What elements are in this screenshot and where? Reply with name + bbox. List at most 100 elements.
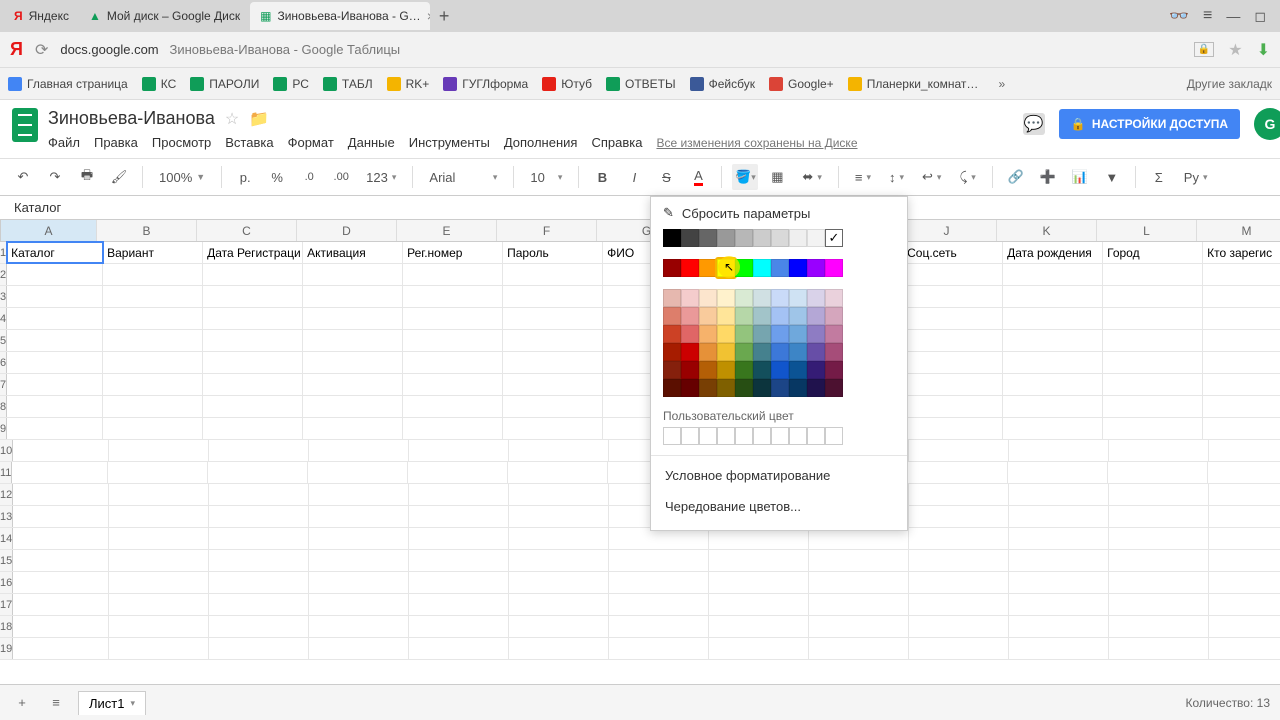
row-header[interactable]: 12 bbox=[0, 484, 13, 505]
cell[interactable] bbox=[203, 308, 303, 329]
color-swatch[interactable] bbox=[681, 343, 699, 361]
cell[interactable] bbox=[1109, 550, 1209, 571]
cell[interactable] bbox=[809, 594, 909, 615]
cell[interactable] bbox=[303, 352, 403, 373]
cell[interactable] bbox=[503, 264, 603, 285]
color-swatch[interactable] bbox=[699, 307, 717, 325]
font-dropdown[interactable]: Arial▾ bbox=[423, 170, 503, 185]
cell[interactable] bbox=[509, 616, 609, 637]
cell[interactable] bbox=[1209, 594, 1280, 615]
color-swatch[interactable] bbox=[825, 259, 843, 277]
cell[interactable]: Рег.номер bbox=[403, 242, 503, 263]
cell[interactable] bbox=[403, 286, 503, 307]
cell[interactable] bbox=[909, 572, 1009, 593]
cell[interactable]: Кто зарегис bbox=[1203, 242, 1280, 263]
cell[interactable] bbox=[308, 462, 408, 483]
color-swatch[interactable] bbox=[825, 325, 843, 343]
color-swatch[interactable] bbox=[717, 379, 735, 397]
cell[interactable]: Соц.сеть bbox=[903, 242, 1003, 263]
cell[interactable] bbox=[1009, 528, 1109, 549]
color-swatch[interactable] bbox=[663, 307, 681, 325]
color-swatch[interactable] bbox=[681, 259, 699, 277]
col-header[interactable]: A bbox=[1, 220, 97, 241]
col-header[interactable]: M bbox=[1197, 220, 1280, 241]
bookmark-item[interactable]: ГУГЛформа bbox=[443, 77, 528, 91]
color-swatch[interactable] bbox=[825, 343, 843, 361]
col-header[interactable]: J bbox=[897, 220, 997, 241]
color-swatch[interactable] bbox=[753, 325, 771, 343]
row-header[interactable]: 8 bbox=[0, 396, 7, 417]
cell[interactable] bbox=[403, 352, 503, 373]
color-swatch[interactable] bbox=[789, 343, 807, 361]
row-header[interactable]: 5 bbox=[0, 330, 7, 351]
cell[interactable] bbox=[503, 352, 603, 373]
row-header[interactable]: 17 bbox=[0, 594, 13, 615]
cell[interactable] bbox=[909, 528, 1009, 549]
filter-icon[interactable]: ▼ bbox=[1099, 164, 1125, 190]
cell[interactable] bbox=[12, 462, 108, 483]
cell[interactable] bbox=[1208, 462, 1280, 483]
cell[interactable] bbox=[609, 528, 709, 549]
cell[interactable] bbox=[509, 638, 609, 659]
col-header[interactable]: C bbox=[197, 220, 297, 241]
cell[interactable] bbox=[909, 506, 1009, 527]
cell[interactable] bbox=[108, 462, 208, 483]
cell[interactable] bbox=[109, 550, 209, 571]
cell[interactable] bbox=[909, 638, 1009, 659]
color-swatch[interactable] bbox=[663, 361, 681, 379]
menu-help[interactable]: Справка bbox=[591, 135, 642, 150]
color-swatch[interactable] bbox=[789, 361, 807, 379]
row-header[interactable]: 6 bbox=[0, 352, 7, 373]
cell[interactable] bbox=[1209, 506, 1280, 527]
cell[interactable] bbox=[103, 374, 203, 395]
cell[interactable] bbox=[1103, 374, 1203, 395]
cell[interactable] bbox=[509, 440, 609, 461]
maximize-icon[interactable]: ◻ bbox=[1254, 8, 1266, 25]
color-swatch[interactable] bbox=[717, 307, 735, 325]
cell[interactable] bbox=[309, 572, 409, 593]
custom-color-slot[interactable] bbox=[825, 427, 843, 445]
bookmarks-overflow-icon[interactable]: » bbox=[998, 77, 1005, 91]
cell[interactable] bbox=[409, 484, 509, 505]
custom-color-slot[interactable] bbox=[663, 427, 681, 445]
cell[interactable] bbox=[7, 264, 103, 285]
bookmark-item[interactable]: Google+ bbox=[769, 77, 834, 91]
cell[interactable] bbox=[1209, 638, 1280, 659]
text-color-button[interactable]: A bbox=[685, 164, 711, 190]
other-bookmarks[interactable]: Другие закладк bbox=[1187, 77, 1272, 91]
sheets-logo-icon[interactable] bbox=[12, 108, 38, 142]
bookmark-item[interactable]: Фейсбук bbox=[690, 77, 755, 91]
cell[interactable] bbox=[13, 572, 109, 593]
cell[interactable] bbox=[809, 528, 909, 549]
cell[interactable] bbox=[1003, 396, 1103, 417]
borders-button[interactable]: ▦ bbox=[764, 164, 790, 190]
cell[interactable] bbox=[303, 308, 403, 329]
color-swatch[interactable] bbox=[663, 259, 681, 277]
col-header[interactable]: K bbox=[997, 220, 1097, 241]
italic-button[interactable]: I bbox=[621, 164, 647, 190]
menu-view[interactable]: Просмотр bbox=[152, 135, 211, 150]
col-header[interactable]: E bbox=[397, 220, 497, 241]
color-swatch[interactable] bbox=[807, 289, 825, 307]
custom-color-slot[interactable] bbox=[807, 427, 825, 445]
cell[interactable] bbox=[1009, 506, 1109, 527]
cell[interactable] bbox=[609, 550, 709, 571]
cell[interactable] bbox=[1003, 286, 1103, 307]
cell[interactable] bbox=[903, 352, 1003, 373]
cell[interactable] bbox=[503, 308, 603, 329]
cell[interactable] bbox=[809, 550, 909, 571]
cell[interactable] bbox=[1009, 484, 1109, 505]
cell[interactable] bbox=[309, 506, 409, 527]
color-swatch[interactable] bbox=[699, 379, 717, 397]
cell[interactable] bbox=[1103, 264, 1203, 285]
cell[interactable] bbox=[909, 440, 1009, 461]
new-tab-button[interactable]: + bbox=[430, 6, 458, 27]
color-swatch[interactable] bbox=[717, 325, 735, 343]
cell[interactable] bbox=[109, 638, 209, 659]
cell[interactable] bbox=[509, 572, 609, 593]
cell[interactable] bbox=[1109, 638, 1209, 659]
color-swatch[interactable] bbox=[771, 325, 789, 343]
cell[interactable] bbox=[7, 352, 103, 373]
cell[interactable] bbox=[309, 550, 409, 571]
color-swatch[interactable] bbox=[825, 361, 843, 379]
